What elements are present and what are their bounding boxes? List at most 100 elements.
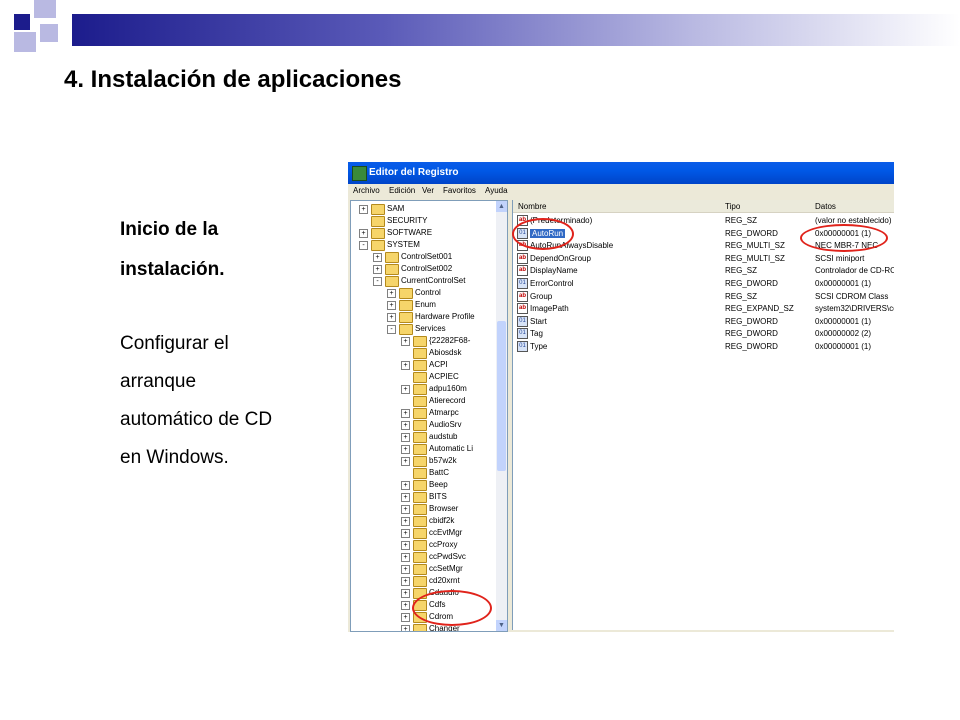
scroll-thumb[interactable] bbox=[497, 321, 506, 471]
tree-item[interactable]: + ControlSet001 bbox=[351, 251, 495, 263]
tree-expander-icon[interactable]: + bbox=[401, 577, 410, 586]
tree-item[interactable]: + ccEvtMgr bbox=[351, 527, 495, 539]
column-header-tipo[interactable]: Tipo bbox=[725, 202, 740, 211]
list-item[interactable]: 01 Start REG_DWORD 0x00000001 (1) bbox=[513, 315, 894, 327]
tree-expander-icon[interactable]: + bbox=[387, 313, 396, 322]
body-line: Configurar el bbox=[120, 333, 229, 354]
tree-item[interactable]: + ACPI bbox=[351, 359, 495, 371]
tree-item[interactable]: - Services bbox=[351, 323, 495, 335]
tree-expander-icon[interactable]: + bbox=[359, 229, 368, 238]
tree-expander-icon[interactable]: + bbox=[401, 433, 410, 442]
menu-ver[interactable]: Ver bbox=[422, 186, 434, 195]
tree-expander-icon[interactable]: + bbox=[401, 361, 410, 370]
tree-item[interactable]: + BITS bbox=[351, 491, 495, 503]
tree-scrollbar[interactable]: ▲ ▼ bbox=[496, 201, 507, 631]
tree-expander-icon[interactable]: + bbox=[401, 541, 410, 550]
tree-item[interactable]: + SOFTWARE bbox=[351, 227, 495, 239]
menu-ayuda[interactable]: Ayuda bbox=[485, 186, 508, 195]
list-item[interactable]: 01 Tag REG_DWORD 0x00000002 (2) bbox=[513, 327, 894, 340]
tree-expander-icon[interactable]: + bbox=[401, 625, 410, 631]
tree-item[interactable]: + ccSetMgr bbox=[351, 563, 495, 575]
tree-expander-icon[interactable]: + bbox=[401, 613, 410, 622]
menu-favoritos[interactable]: Favoritos bbox=[443, 186, 476, 195]
tree-item-label: Abiosdsk bbox=[429, 348, 462, 357]
tree-expander-icon[interactable]: + bbox=[401, 517, 410, 526]
folder-icon bbox=[399, 300, 413, 311]
list-item[interactable]: 01 ErrorControl REG_DWORD 0x00000001 (1) bbox=[513, 277, 894, 289]
tree-item[interactable]: BattC bbox=[351, 467, 495, 479]
tree-item[interactable]: + Atmarpc bbox=[351, 407, 495, 419]
tree-expander-icon[interactable]: + bbox=[401, 421, 410, 430]
tree-item[interactable]: Atierecord bbox=[351, 395, 495, 407]
column-header-nombre[interactable]: Nombre bbox=[518, 202, 546, 211]
tree-item[interactable]: + b57w2k bbox=[351, 455, 495, 467]
tree-expander-icon[interactable]: + bbox=[387, 301, 396, 310]
tree-expander-icon[interactable]: + bbox=[401, 565, 410, 574]
tree-item[interactable]: + adpu160m bbox=[351, 383, 495, 395]
tree-item[interactable]: + Automatic Li bbox=[351, 443, 495, 455]
tree-expander-icon[interactable]: + bbox=[373, 265, 382, 274]
folder-icon bbox=[413, 396, 427, 407]
tree-item[interactable]: + ccProxy bbox=[351, 539, 495, 551]
scroll-down-icon[interactable]: ▼ bbox=[496, 620, 507, 631]
folder-icon bbox=[413, 456, 427, 467]
tree-item[interactable]: + SAM bbox=[351, 203, 495, 215]
tree-expander-icon[interactable]: + bbox=[401, 493, 410, 502]
list-item[interactable]: ab Group REG_SZ SCSI CDROM Class bbox=[513, 290, 894, 302]
values-list[interactable]: Nombre Tipo Datos ab (Predeterminado) REG_… bbox=[512, 200, 894, 630]
tree-expander-icon[interactable]: - bbox=[373, 277, 382, 286]
window-titlebar[interactable]: Editor del Registro bbox=[348, 162, 894, 184]
tree-expander-icon[interactable]: + bbox=[401, 505, 410, 514]
tree-item[interactable]: + Hardware Profile bbox=[351, 311, 495, 323]
tree-item[interactable]: + Changer bbox=[351, 623, 495, 631]
tree-item[interactable]: + ccPwdSvc bbox=[351, 551, 495, 563]
list-item[interactable]: abDisplayName REG_SZ Controlador de CD-ROM bbox=[513, 264, 894, 277]
tree-item[interactable]: - SYSTEM bbox=[351, 239, 495, 251]
tree-expander-icon[interactable]: - bbox=[387, 325, 396, 334]
value-type: REG_SZ bbox=[725, 266, 758, 276]
tree-item[interactable]: + ControlSet002 bbox=[351, 263, 495, 275]
dword-value-icon: 01 bbox=[517, 328, 528, 340]
tree-expander-icon[interactable]: + bbox=[401, 385, 410, 394]
body-line: automático de CD bbox=[120, 409, 273, 430]
body-line: en Windows. bbox=[120, 447, 229, 468]
list-item[interactable]: ab DependOnGroup REG_MULTI_SZ SCSI miniport bbox=[513, 252, 894, 264]
tree-expander-icon[interactable]: + bbox=[401, 553, 410, 562]
tree-item[interactable]: + Control bbox=[351, 287, 495, 299]
list-item[interactable]: ab ImagePath REG_EXPAND_SZ system32\DRIVERS… bbox=[513, 302, 894, 315]
list-item[interactable]: 01 Type REG_DWORD 0x00000001 (1) bbox=[513, 340, 894, 352]
tree-item-label: ACPI bbox=[429, 360, 448, 369]
menu-bar: Archivo Edición Ver Favoritos Ayuda bbox=[348, 184, 894, 198]
menu-archivo[interactable]: Archivo bbox=[353, 186, 380, 195]
tree-expander-icon[interactable]: + bbox=[373, 253, 382, 262]
tree-expander-icon[interactable]: + bbox=[401, 337, 410, 346]
tree-expander-icon[interactable]: + bbox=[401, 409, 410, 418]
tree-expander-icon[interactable]: - bbox=[359, 241, 368, 250]
tree-item[interactable]: Abiosdsk bbox=[351, 347, 495, 359]
column-header-datos[interactable]: Datos bbox=[815, 202, 836, 211]
tree-item-label: ccPwdSvc bbox=[429, 552, 466, 561]
tree-item[interactable]: SECURITY bbox=[351, 215, 495, 227]
tree-expander-icon[interactable]: + bbox=[401, 601, 410, 610]
tree-expander-icon[interactable]: + bbox=[401, 589, 410, 598]
scroll-up-icon[interactable]: ▲ bbox=[496, 201, 507, 212]
tree-item[interactable]: + cbidf2k bbox=[351, 515, 495, 527]
tree-expander-icon[interactable]: + bbox=[401, 529, 410, 538]
tree-expander-icon[interactable]: + bbox=[401, 445, 410, 454]
tree-expander-icon[interactable]: + bbox=[359, 205, 368, 214]
tree-item[interactable]: + audstub bbox=[351, 431, 495, 443]
tree-expander-icon[interactable]: + bbox=[387, 289, 396, 298]
tree-item[interactable]: ACPIEC bbox=[351, 371, 495, 383]
menu-edicion[interactable]: Edición bbox=[389, 186, 415, 195]
tree-item[interactable]: + Beep bbox=[351, 479, 495, 491]
tree-item[interactable]: + AudioSrv bbox=[351, 419, 495, 431]
tree-item[interactable]: + {22282F68- bbox=[351, 335, 495, 347]
tree-expander-icon[interactable]: + bbox=[401, 457, 410, 466]
tree-item[interactable]: + Enum bbox=[351, 299, 495, 311]
tree-item-label: Atierecord bbox=[429, 396, 466, 405]
tree-expander-icon[interactable]: + bbox=[401, 481, 410, 490]
tree-item[interactable]: - CurrentControlSet bbox=[351, 275, 495, 287]
tree-item[interactable]: + Browser bbox=[351, 503, 495, 515]
registry-tree[interactable]: ▲ ▼ + SAM SECURITY + SOFTWARE - SYSTEM + Control… bbox=[350, 200, 508, 632]
tree-item[interactable]: + cd20xrnt bbox=[351, 575, 495, 587]
